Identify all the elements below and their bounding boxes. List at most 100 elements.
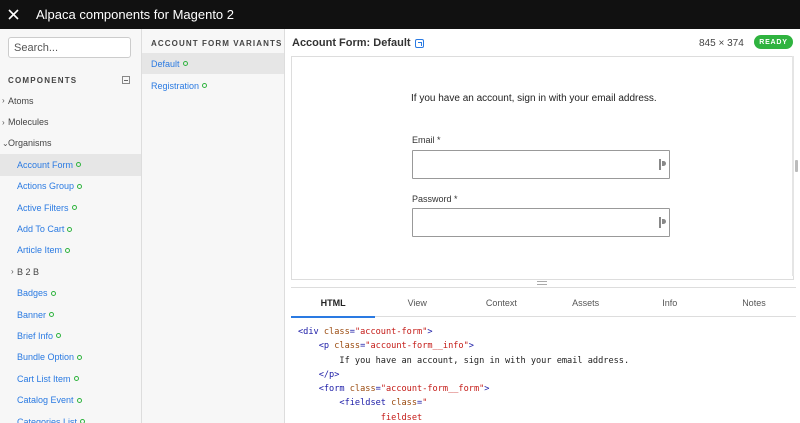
tree-item-actions-group[interactable]: Actions Group: [0, 176, 141, 197]
collapse-all-icon[interactable]: [122, 76, 130, 84]
code-line: <fieldset class=": [298, 396, 794, 410]
password-field[interactable]: [412, 208, 670, 237]
code-token: class: [323, 327, 350, 337]
email-field[interactable]: [412, 150, 670, 179]
tree-item-label: Banner: [17, 309, 47, 320]
tree-item-label: Catalog Event: [17, 395, 74, 406]
tree-item-label: Brief Info: [17, 330, 54, 341]
ready-dot-icon: [76, 162, 82, 168]
tree-item-label: Actions Group: [17, 181, 75, 192]
close-button[interactable]: [0, 0, 26, 29]
tab-assets[interactable]: Assets: [544, 288, 628, 317]
tab-notes[interactable]: Notes: [712, 288, 796, 317]
variant-label: Default: [151, 58, 180, 69]
tree-item-atoms[interactable]: › Atoms: [0, 90, 141, 111]
tree-item-label: Badges: [17, 288, 48, 299]
code-token: >: [468, 341, 474, 352]
ready-dot-icon: [202, 83, 208, 88]
search-input[interactable]: [8, 37, 131, 58]
preview-scrollbar[interactable]: [792, 56, 794, 276]
account-form-info: If you have an account, sign in with you…: [411, 93, 657, 104]
component-tree: › Atoms › Molecules ⌄ Organisms Account Form Ac…: [0, 90, 141, 423]
ready-dot-icon: [76, 397, 82, 403]
tab-view[interactable]: View: [375, 288, 459, 317]
code-line: <div class="account-form">: [298, 325, 794, 339]
code-token: class: [391, 398, 418, 409]
code-token: fieldset: [380, 412, 423, 423]
scroll-handle[interactable]: [795, 160, 798, 172]
chevron-icon: ›: [2, 96, 5, 106]
ready-dot-icon: [67, 226, 73, 232]
code-token: "account-form__info": [365, 341, 469, 352]
tree-item-bundle-option[interactable]: Bundle Option: [0, 347, 141, 368]
ready-dot-icon: [49, 312, 55, 318]
code-token: >: [484, 384, 490, 395]
tree-item-organisms[interactable]: ⌄ Organisms: [0, 133, 141, 154]
components-sidebar: COMPONENTS ›Atoms›Molecules⌄OrganismsAcc…: [0, 29, 142, 423]
info-tabs: HTML View Context Assets Info Notes: [291, 287, 796, 318]
password-key-icon[interactable]: [659, 159, 666, 170]
tree-item-label: Categories List: [17, 416, 78, 423]
ready-dot-icon: [71, 205, 77, 211]
password-label: Password *: [412, 194, 458, 204]
variant-default[interactable]: Default: [142, 53, 284, 74]
code-line: If you have an account, sign in with you…: [298, 354, 794, 368]
ready-dot-icon: [65, 247, 71, 253]
password-key-icon[interactable]: [659, 217, 666, 228]
tab-html[interactable]: HTML: [291, 288, 376, 318]
ready-dot-icon: [77, 183, 83, 189]
tree-item-badges[interactable]: Badges: [0, 283, 141, 304]
tree-item-account-form[interactable]: Account Form: [0, 154, 141, 176]
code-line: <form class="account-form__form">: [298, 382, 794, 396]
ready-dot-icon: [77, 354, 83, 360]
tree-item-article-item[interactable]: Article Item: [0, 240, 141, 261]
window-title: Alpaca components for Magento 2: [36, 7, 235, 22]
code-token: ": [422, 398, 428, 409]
tab-info[interactable]: Info: [628, 288, 712, 317]
tree-item-add-to-cart[interactable]: Add To Cart: [0, 218, 141, 239]
tree-item-brief-info[interactable]: Brief Info: [0, 325, 141, 346]
html-code-view: <div class="account-form"> <p class="acc…: [298, 325, 794, 423]
tree-item-active-filters[interactable]: Active Filters: [0, 197, 141, 218]
variant-label: Registration: [151, 80, 200, 91]
resize-handle[interactable]: [537, 281, 547, 285]
tab-context[interactable]: Context: [459, 288, 543, 317]
tree-item-catalog-event[interactable]: Catalog Event: [0, 389, 141, 410]
close-icon: [7, 9, 19, 20]
main-header: Account Form: Default 845 × 374 READY: [292, 29, 800, 56]
top-bar: Alpaca components for Magento 2: [0, 0, 800, 29]
ready-dot-icon: [73, 376, 79, 382]
tree-item-banner[interactable]: Banner: [0, 304, 141, 325]
ready-dot-icon: [182, 61, 188, 66]
ready-dot-icon: [50, 290, 56, 296]
tree-item-label: Active Filters: [17, 202, 69, 213]
code-line: </p>: [298, 368, 794, 382]
code-token: "account-form__form": [380, 384, 485, 395]
code-token: If you have an account, sign in with you…: [339, 355, 630, 366]
chevron-icon: ›: [2, 117, 5, 127]
tree-item-label: Article Item: [17, 245, 63, 256]
tree-item-molecules[interactable]: › Molecules: [0, 111, 141, 132]
preview-size: 845 × 374: [699, 38, 744, 49]
tree-item-label: Organisms: [8, 138, 52, 149]
tree-item-cart-list-item[interactable]: Cart List Item: [0, 368, 141, 389]
components-header: COMPONENTS: [8, 73, 130, 87]
variant-registration[interactable]: Registration: [142, 75, 284, 96]
tree-item-b-2-b[interactable]: › B 2 B: [0, 261, 141, 282]
tree-item-categories-list[interactable]: Categories List: [0, 411, 141, 423]
variants-heading: ACCOUNT FORM VARIANTS: [151, 39, 283, 48]
tree-item-label: Bundle Option: [17, 352, 75, 363]
page-title: Account Form: Default: [292, 37, 424, 49]
code-token: <p: [318, 341, 335, 352]
code-line: fieldset: [298, 411, 794, 423]
email-label: Email *: [412, 135, 441, 145]
external-link-icon[interactable]: [414, 38, 424, 48]
code-token: class: [334, 341, 361, 352]
tree-item-label: Add To Cart: [17, 224, 65, 235]
code-line: <p class="account-form__info">: [298, 339, 794, 353]
variants-panel: ACCOUNT FORM VARIANTS Default Registrati…: [142, 29, 285, 423]
